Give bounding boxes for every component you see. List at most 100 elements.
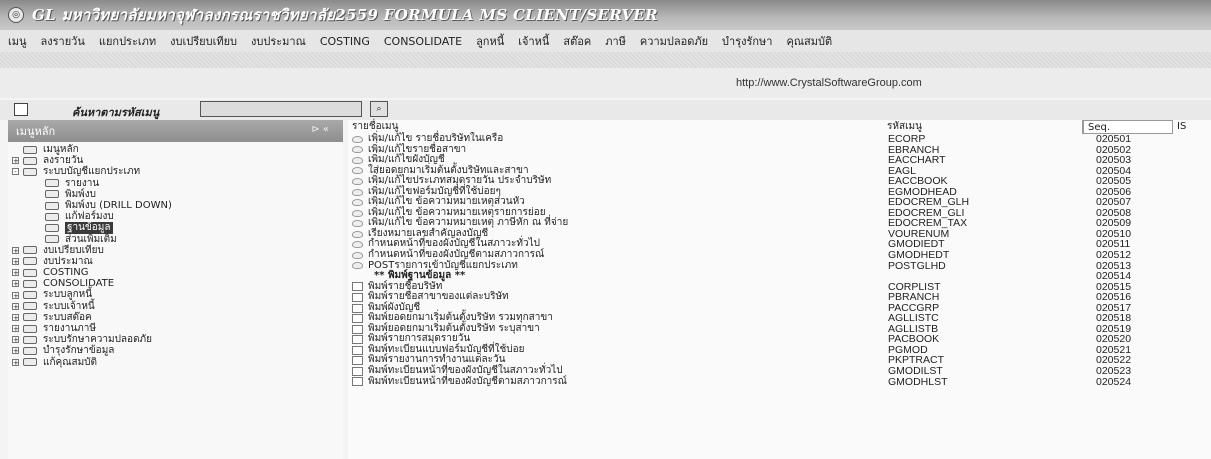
menu-item-menu[interactable]: เมนู: [8, 32, 27, 50]
table-row[interactable]: พิมพ์ทะเบียนหน้าที่ของผังบัญชีตามสภาวการ…: [348, 375, 1211, 388]
tree-item[interactable]: + รายงานภาษี: [8, 323, 343, 334]
menu-item-budget[interactable]: งบประมาณ: [251, 32, 306, 50]
gear-icon: [352, 167, 363, 175]
gear-icon: [352, 241, 363, 249]
tree-item-label: COSTING: [43, 267, 89, 279]
tree-item[interactable]: + งบเปรียบเทียบ: [8, 245, 343, 256]
tree-item-label: ระบบบัญชีแยกประเภท: [43, 166, 141, 178]
search-checkbox[interactable]: [14, 103, 28, 116]
tree-item-label: แก้ฟอร์มงบ: [65, 211, 114, 223]
tree-item-label: ระบบสต๊อค: [43, 311, 92, 323]
expand-icon[interactable]: +: [12, 325, 19, 333]
tree-item-label: พิมพ์งบ (DRILL DOWN): [65, 199, 172, 211]
tree-item[interactable]: + ลงรายวัน: [8, 155, 343, 166]
document-icon: [352, 356, 363, 366]
column-header-code[interactable]: รหัสเมนู: [883, 120, 1083, 134]
menu-item-payable[interactable]: เจ้าหนี้: [518, 32, 549, 50]
menu-seq-cell: 020524: [1096, 375, 1132, 388]
tree-item[interactable]: + COSTING: [8, 267, 343, 278]
column-header-seq[interactable]: Seq.: [1083, 120, 1173, 134]
menu-seq-cell: 020501: [1096, 133, 1132, 145]
expand-icon[interactable]: +: [12, 302, 19, 310]
expand-icon[interactable]: +: [12, 313, 19, 321]
expand-icon[interactable]: +: [12, 280, 19, 288]
expand-icon[interactable]: +: [12, 291, 19, 299]
folder-icon: [45, 179, 59, 188]
column-header-is[interactable]: IS: [1173, 120, 1211, 134]
website-link[interactable]: http://www.CrystalSoftwareGroup.com: [736, 77, 922, 89]
gear-icon: [352, 156, 363, 164]
menu-item-comparative[interactable]: งบเปรียบเทียบ: [170, 32, 237, 50]
tree-item[interactable]: + CONSOLIDATE: [8, 278, 343, 289]
folder-icon: [23, 246, 37, 255]
menu-name-cell: กำหนดหน้าที่ของผังบัญชีตามสภาวการณ์: [352, 249, 882, 261]
folder-icon: [23, 346, 37, 355]
folder-icon: [45, 190, 59, 199]
menu-item-costing[interactable]: COSTING: [320, 35, 370, 48]
expand-icon[interactable]: +: [12, 157, 19, 165]
folder-icon: [23, 291, 37, 300]
menu-grid: รายชื่อเมนู รหัสเมนู Seq. IS เพิ่ม/แก้ไข…: [348, 120, 1211, 459]
menu-item-tax[interactable]: ภาษี: [605, 32, 626, 50]
tree-item[interactable]: + บำรุงรักษาข้อมูล: [8, 345, 343, 356]
menu-item-maintenance[interactable]: บำรุงรักษา: [722, 32, 772, 50]
menu-seq-cell: 020523: [1096, 365, 1132, 378]
menu-item-consolidate[interactable]: CONSOLIDATE: [384, 35, 462, 48]
tree-item[interactable]: - ระบบบัญชีแยกประเภท: [8, 166, 343, 177]
tree-item[interactable]: + แก้คุณสมบัติ: [8, 357, 343, 368]
table-row[interactable]: พิมพ์ยอดยกมาเริ่มต้นตั้งบริษัท ระบุสาขา A…: [348, 323, 1211, 335]
collapse-icon[interactable]: -: [12, 168, 19, 176]
expand-icon[interactable]: +: [12, 336, 19, 344]
table-row[interactable]: ** พิมพ์ฐานข้อมูล ** 020514: [348, 271, 1211, 282]
search-icon[interactable]: ⌕: [370, 101, 388, 117]
tree-item[interactable]: พิมพ์งบ (DRILL DOWN): [8, 200, 343, 211]
tree-item[interactable]: พิมพ์งบ: [8, 189, 343, 200]
table-row[interactable]: เพิ่ม/แก้ไขรายชื่อสาขา EBRANCH 020502: [348, 144, 1211, 156]
tree-item[interactable]: เมนูหลัก: [8, 144, 343, 155]
menu-item-properties[interactable]: คุณสมบัติ: [786, 32, 832, 50]
gl-app-icon[interactable]: ◎: [8, 7, 24, 23]
expand-icon[interactable]: +: [12, 358, 19, 366]
tree-item[interactable]: แก้ฟอร์มงบ: [8, 211, 343, 222]
tree-item[interactable]: รายงาน: [8, 178, 343, 189]
table-row[interactable]: POSTรายการเข้าบัญชีแยกประเภท POSTGLHD 0205…: [348, 260, 1211, 272]
menu-name-cell: เพิ่ม/แก้ไข รายชื่อบริษัทในเครือ: [352, 133, 882, 145]
tree-item[interactable]: + ระบบสต๊อค: [8, 312, 343, 323]
expand-icon[interactable]: +: [12, 246, 19, 254]
tree-item[interactable]: ฐานข้อมูล: [8, 222, 343, 234]
tree-item[interactable]: ส่วนเพิ่มเติม: [8, 234, 343, 245]
menu-item-ledger[interactable]: แยกประเภท: [99, 32, 156, 50]
menu-item-security[interactable]: ความปลอดภัย: [640, 32, 708, 50]
gear-icon: [352, 199, 363, 207]
menu-item-journal[interactable]: ลงรายวัน: [41, 32, 85, 50]
gear-icon: [352, 220, 363, 228]
table-row[interactable]: เพิ่ม/แก้ไข รายชื่อบริษัทในเครือ ECORP 020…: [348, 133, 1211, 145]
folder-icon: [23, 302, 37, 311]
tree-item[interactable]: + ระบบรักษาความปลอดภัย: [8, 334, 343, 345]
gear-icon: [352, 251, 363, 259]
expand-icon[interactable]: +: [12, 347, 19, 355]
gear-icon: [352, 135, 363, 143]
expand-icon[interactable]: +: [12, 269, 19, 277]
table-row[interactable]: กำหนดหน้าที่ของผังบัญชีตามสภาวการณ์ GMODH…: [348, 249, 1211, 261]
menu-name-text: พิมพ์ทะเบียนหน้าที่ของผังบัญชีในสภาวะทั่…: [368, 365, 563, 377]
table-row[interactable]: พิมพ์ทะเบียนหน้าที่ของผังบัญชีในสภาวะทั่…: [348, 365, 1211, 378]
window-title: GL มหาวิทยาลัยมหาจุฬาลงกรณราชวิทยาลัย255…: [32, 6, 658, 24]
tree-item[interactable]: + ระบบเจ้าหนี้: [8, 301, 343, 312]
folder-icon: [23, 145, 37, 154]
expand-icon[interactable]: +: [12, 257, 19, 265]
menu-item-stock[interactable]: สต๊อค: [563, 32, 591, 50]
table-row[interactable]: พิมพ์รายชื่อสาขาของแต่ละบริษัท PBRANCH 020…: [348, 292, 1211, 303]
tree-item[interactable]: + งบประมาณ: [8, 256, 343, 267]
tree-item-label: รายงานภาษี: [43, 323, 96, 334]
search-input[interactable]: [200, 101, 362, 117]
tree-item-label: รายงาน: [65, 177, 100, 189]
menu-tree: เมนูหลัก + ลงรายวัน - ระบบบัญชีแยกประเภท รายง…: [8, 142, 343, 368]
menu-name-text: พิมพ์ทะเบียนหน้าที่ของผังบัญชีตามสภาวการ…: [368, 375, 567, 387]
column-header-name[interactable]: รายชื่อเมนู: [348, 120, 883, 134]
menu-item-receivable[interactable]: ลูกหนี้: [476, 32, 504, 50]
tree-item[interactable]: + ระบบลูกหนี้: [8, 289, 343, 300]
document-icon: [352, 324, 363, 334]
folder-icon: [45, 212, 59, 221]
pin-icon[interactable]: ⊳ «: [311, 124, 329, 135]
